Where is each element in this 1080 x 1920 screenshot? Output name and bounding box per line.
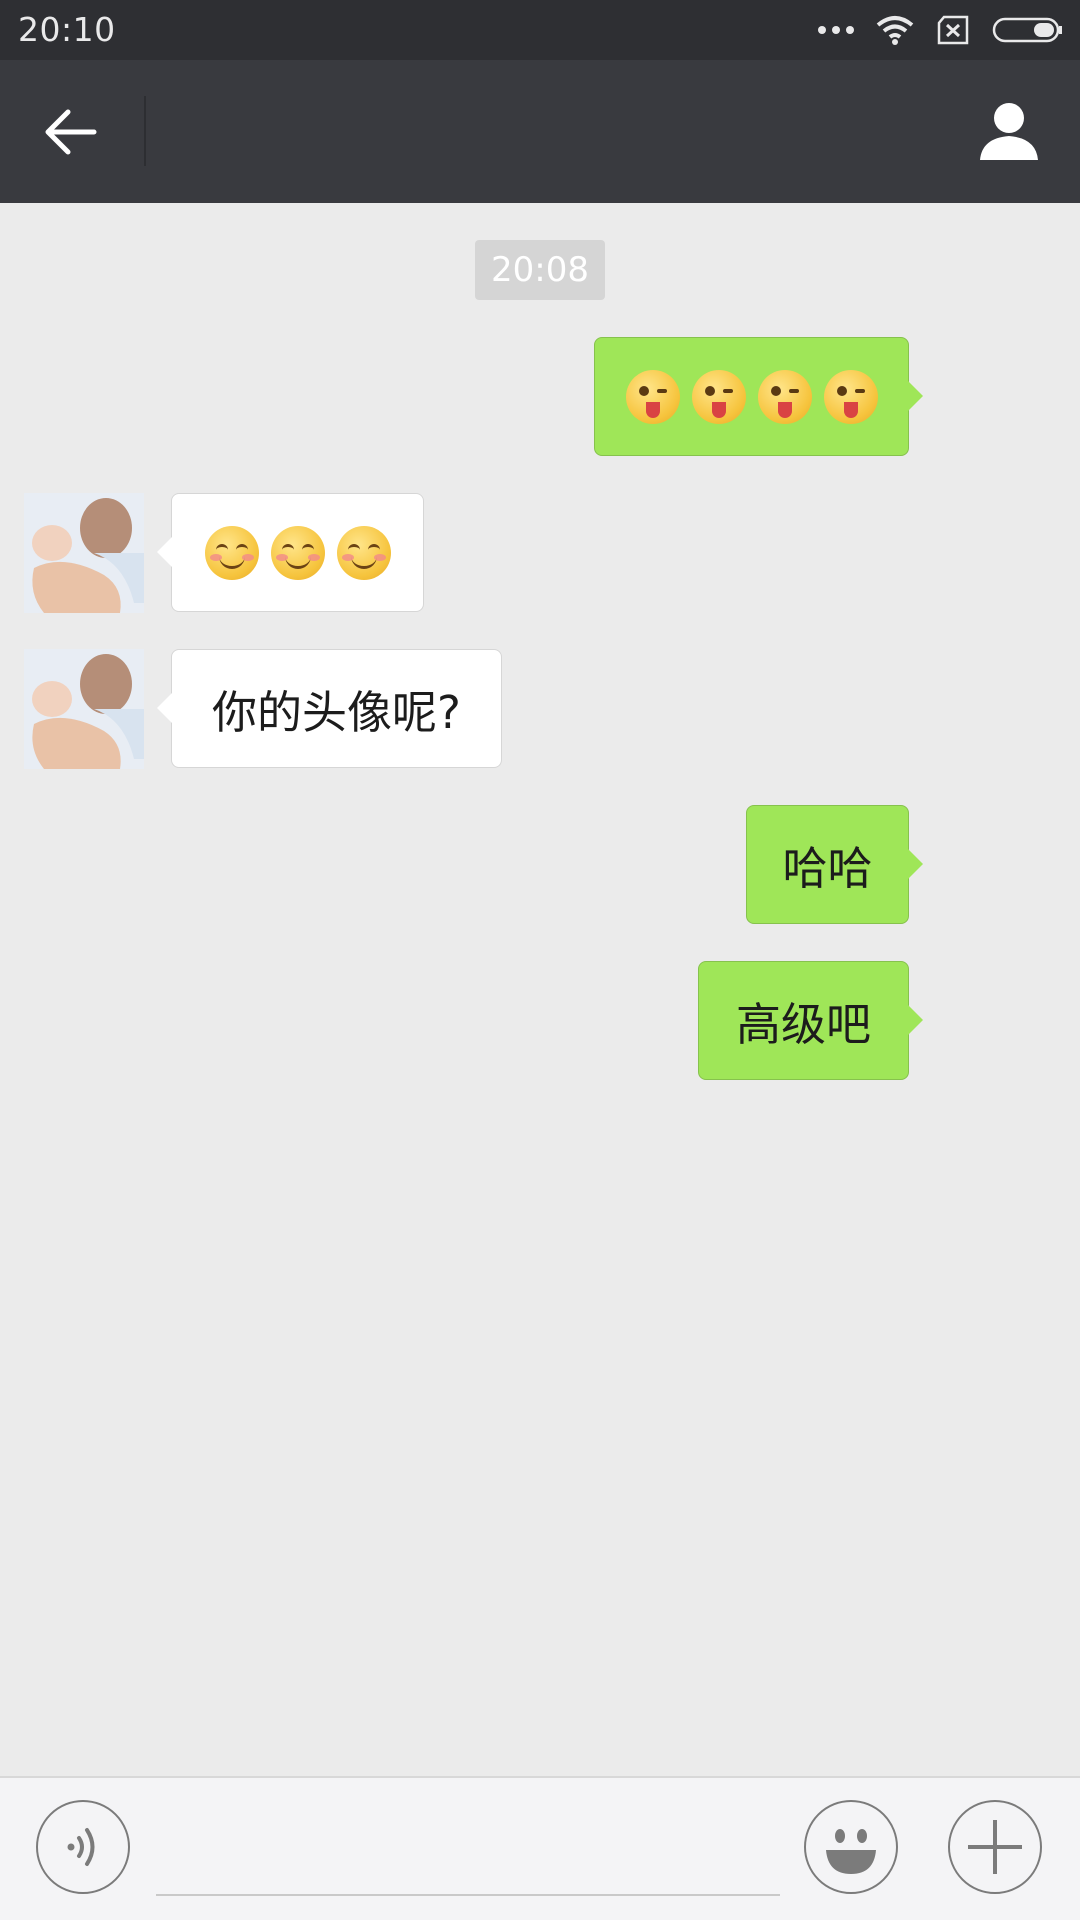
emoji-row xyxy=(625,369,878,424)
status-bar: 20:10 xyxy=(0,0,1080,60)
winking-tongue-emoji-icon xyxy=(757,369,812,424)
more-button[interactable] xyxy=(948,1800,1042,1894)
smiling-emoji-icon xyxy=(204,525,259,580)
incoming-message[interactable] xyxy=(157,493,424,612)
status-icons xyxy=(818,12,1064,48)
battery-icon xyxy=(992,17,1062,43)
smiley-icon xyxy=(826,1829,876,1874)
winking-tongue-emoji-icon xyxy=(823,369,878,424)
more-dots-icon xyxy=(818,26,854,34)
no-sim-icon xyxy=(937,15,969,45)
back-button[interactable] xyxy=(42,106,102,158)
message-text: 高级吧 xyxy=(735,998,871,1051)
status-time: 20:10 xyxy=(18,10,116,49)
voice-icon xyxy=(67,1828,95,1866)
message-text: 你的头像呢? xyxy=(212,686,461,739)
emoji-row xyxy=(204,525,391,580)
message-text: 哈哈 xyxy=(782,842,873,895)
message-input[interactable] xyxy=(156,1894,780,1896)
person-icon xyxy=(980,103,1038,160)
arrow-left-icon xyxy=(45,109,97,155)
chat-title xyxy=(185,100,545,160)
title-bar xyxy=(0,60,1080,203)
contact-avatar[interactable] xyxy=(24,649,144,769)
contact-avatar[interactable] xyxy=(24,493,144,613)
winking-tongue-emoji-icon xyxy=(625,369,680,424)
incoming-message[interactable]: 你的头像呢? xyxy=(157,649,502,768)
avatar-image xyxy=(24,649,144,769)
title-divider xyxy=(144,96,146,166)
message-timestamp: 20:08 xyxy=(475,240,605,300)
smiling-emoji-icon xyxy=(336,525,391,580)
outgoing-message[interactable] xyxy=(594,337,923,456)
plus-icon xyxy=(968,1820,1022,1874)
emoji-button[interactable] xyxy=(804,1800,898,1894)
wifi-icon xyxy=(876,16,914,45)
winking-tongue-emoji-icon xyxy=(691,369,746,424)
profile-button[interactable] xyxy=(976,98,1042,164)
avatar-image xyxy=(24,493,144,613)
input-bar xyxy=(0,1776,1080,1920)
outgoing-message[interactable]: 哈哈 xyxy=(746,805,923,924)
outgoing-message[interactable]: 高级吧 xyxy=(698,961,923,1080)
smiling-emoji-icon xyxy=(270,525,325,580)
voice-button[interactable] xyxy=(36,1800,130,1894)
